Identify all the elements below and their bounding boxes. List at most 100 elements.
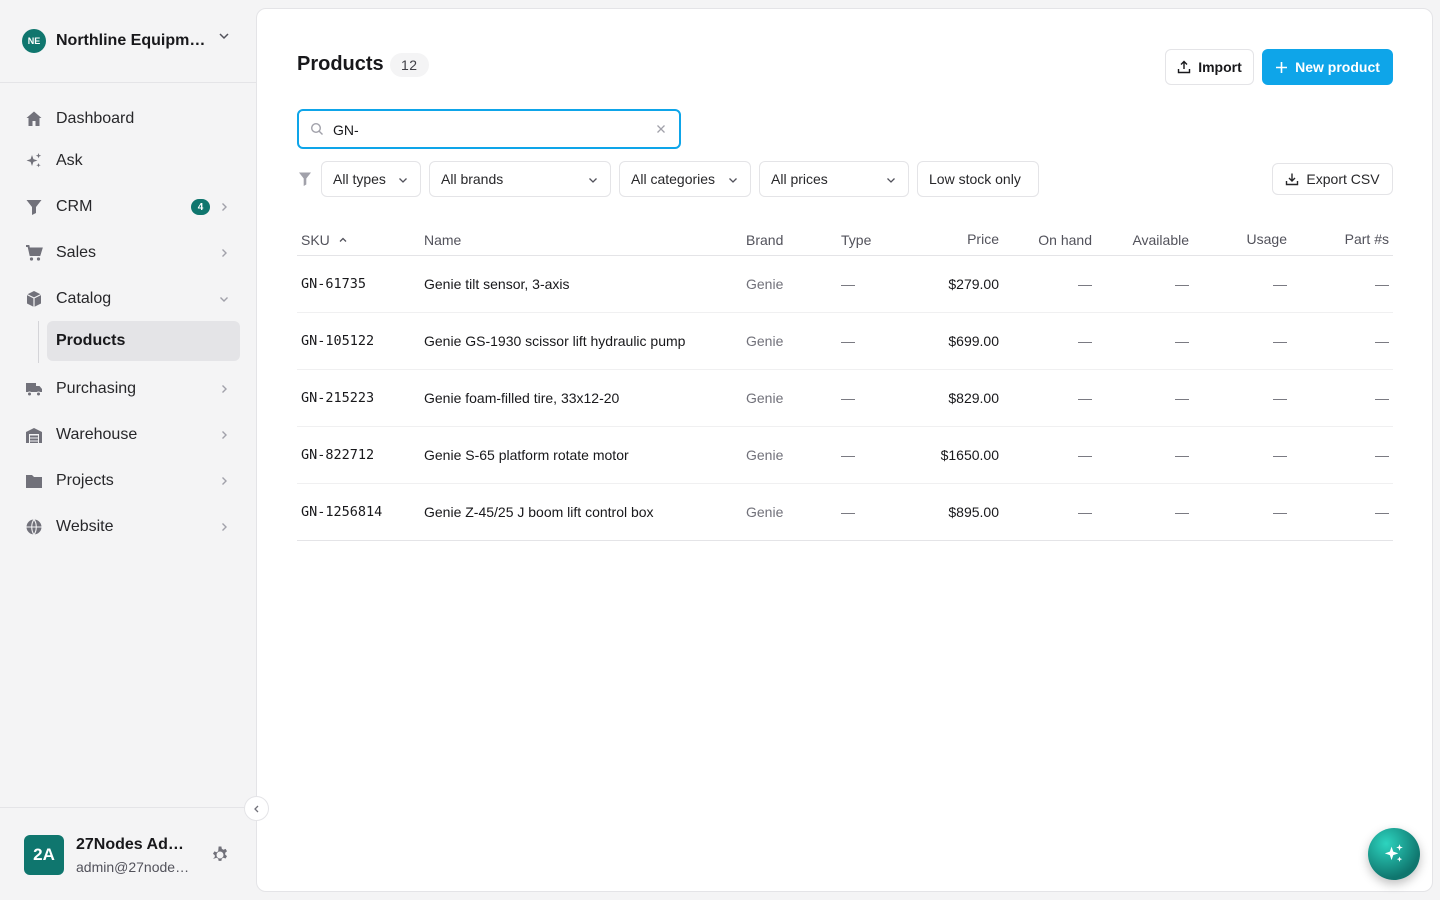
- nav-item-sales[interactable]: Sales: [0, 233, 256, 273]
- home-icon: [24, 109, 44, 129]
- search-icon: [310, 122, 323, 135]
- plus-icon: [1276, 61, 1288, 73]
- ai-assistant-button[interactable]: [1368, 828, 1420, 880]
- cell-on-hand: —: [1078, 276, 1092, 292]
- sidebar-item-products[interactable]: Products: [47, 321, 240, 361]
- collapse-sidebar-button[interactable]: [244, 796, 269, 821]
- chevron-right-icon: [222, 203, 227, 211]
- page-title: Products: [297, 53, 384, 75]
- nav-label-crm: CRM: [56, 198, 93, 215]
- column-label: SKU: [301, 232, 330, 248]
- column-header-brand[interactable]: Brand: [746, 232, 783, 248]
- chevron-down-icon: [589, 178, 597, 183]
- chevron-down-icon: [887, 178, 895, 183]
- user-profile[interactable]: 2A 27Nodes Admin admin@27nodes.com: [0, 807, 256, 900]
- table-row[interactable]: GN-822712 Genie S-65 platform rotate mot…: [297, 427, 1393, 484]
- table-row[interactable]: GN-105122 Genie GS-1930 scissor lift hyd…: [297, 313, 1393, 370]
- cell-type: —: [841, 447, 855, 463]
- type-filter-value: All types: [333, 171, 386, 187]
- cell-name: Genie tilt sensor, 3-axis: [424, 276, 570, 292]
- price-filter-dropdown[interactable]: All prices: [759, 161, 909, 197]
- column-header-usage[interactable]: Usage: [1247, 231, 1287, 247]
- nav-label-ask: Ask: [56, 152, 83, 169]
- cell-usage: —: [1273, 504, 1287, 520]
- price-filter-value: All prices: [771, 171, 828, 187]
- user-name: 27Nodes Admin: [76, 836, 188, 853]
- sort-ascending-icon: [339, 237, 347, 242]
- truck-icon: [24, 379, 44, 399]
- cell-on-hand: —: [1078, 333, 1092, 349]
- column-header-type[interactable]: Type: [841, 232, 871, 248]
- cell-name: Genie Z-45/25 J boom lift control box: [424, 504, 654, 520]
- cell-sku: GN-1256814: [301, 504, 383, 520]
- cell-name: Genie foam-filled tire, 33x12-20: [424, 390, 620, 406]
- cell-part-numbers: —: [1375, 447, 1389, 463]
- avatar: 2A: [24, 835, 64, 875]
- brand-filter-value: All brands: [441, 171, 504, 187]
- table-row[interactable]: GN-1256814 Genie Z-45/25 J boom lift con…: [297, 484, 1393, 541]
- column-header-price[interactable]: Price: [967, 231, 999, 247]
- cell-brand: Genie: [746, 504, 784, 520]
- nav-item-catalog[interactable]: Catalog: [0, 279, 256, 319]
- close-icon[interactable]: [655, 123, 667, 135]
- nav-item-ask[interactable]: Ask: [0, 141, 256, 181]
- category-filter-dropdown[interactable]: All categories: [619, 161, 751, 197]
- cell-part-numbers: —: [1375, 504, 1389, 520]
- nav-item-warehouse[interactable]: Warehouse: [0, 415, 256, 455]
- nav-item-projects[interactable]: Projects: [0, 461, 256, 501]
- nav-item-crm[interactable]: CRM 4: [0, 187, 256, 227]
- type-filter-dropdown[interactable]: All types: [321, 161, 421, 197]
- column-header-on-hand[interactable]: On hand: [1038, 232, 1092, 248]
- column-header-part-numbers[interactable]: Part #s: [1345, 231, 1389, 247]
- cell-type: —: [841, 333, 855, 349]
- filter-icon: [299, 172, 311, 186]
- nav-item-purchasing[interactable]: Purchasing: [0, 369, 256, 409]
- category-filter-value: All categories: [631, 171, 716, 187]
- column-header-available[interactable]: Available: [1132, 232, 1189, 248]
- search-box: [297, 109, 681, 149]
- cell-on-hand: —: [1078, 504, 1092, 520]
- cell-part-numbers: —: [1375, 333, 1389, 349]
- chevron-right-icon: [222, 477, 227, 485]
- import-button[interactable]: Import: [1165, 49, 1254, 85]
- cell-type: —: [841, 504, 855, 520]
- nav-item-website[interactable]: Website: [0, 507, 256, 547]
- chevron-down-icon: [399, 178, 407, 183]
- gear-icon[interactable]: [210, 845, 230, 865]
- submenu-guide-line: [38, 321, 39, 363]
- sparkles-icon: [1384, 844, 1403, 862]
- brand-filter-dropdown[interactable]: All brands: [429, 161, 611, 197]
- nav-item-dashboard[interactable]: Dashboard: [0, 99, 256, 139]
- download-icon: [1286, 173, 1299, 186]
- cell-part-numbers: —: [1375, 276, 1389, 292]
- main-content: Products 12 Import New product All types…: [256, 8, 1433, 892]
- import-label: Import: [1198, 59, 1242, 75]
- cell-price: $279.00: [948, 276, 999, 292]
- cell-sku: GN-822712: [301, 447, 375, 463]
- cart-icon: [24, 243, 44, 263]
- crm-count-badge: 4: [191, 199, 210, 215]
- cell-part-numbers: —: [1375, 390, 1389, 406]
- table-header: SKU Name Brand Type Price On hand Availa…: [297, 215, 1393, 256]
- cell-available: —: [1175, 390, 1189, 406]
- cell-name: Genie GS-1930 scissor lift hydraulic pum…: [424, 333, 686, 349]
- new-product-button[interactable]: New product: [1262, 49, 1393, 85]
- table-row[interactable]: GN-61735 Genie tilt sensor, 3-axis Genie…: [297, 256, 1393, 313]
- low-stock-label: Low stock only: [929, 171, 1021, 187]
- cell-name: Genie S-65 platform rotate motor: [424, 447, 629, 463]
- products-table: SKU Name Brand Type Price On hand Availa…: [297, 215, 1393, 541]
- cell-available: —: [1175, 447, 1189, 463]
- column-header-name[interactable]: Name: [424, 232, 461, 248]
- nav-label-sales: Sales: [56, 244, 97, 261]
- org-switcher[interactable]: NE Northline Equipment: [0, 0, 256, 83]
- cell-brand: Genie: [746, 390, 784, 406]
- cell-brand: Genie: [746, 333, 784, 349]
- export-csv-button[interactable]: Export CSV: [1272, 163, 1393, 195]
- cell-on-hand: —: [1078, 390, 1092, 406]
- low-stock-toggle[interactable]: Low stock only: [917, 161, 1039, 197]
- column-header-sku[interactable]: SKU: [301, 232, 348, 248]
- cell-brand: Genie: [746, 447, 784, 463]
- search-input[interactable]: [333, 119, 643, 141]
- cell-price: $829.00: [948, 390, 999, 406]
- table-row[interactable]: GN-215223 Genie foam-filled tire, 33x12-…: [297, 370, 1393, 427]
